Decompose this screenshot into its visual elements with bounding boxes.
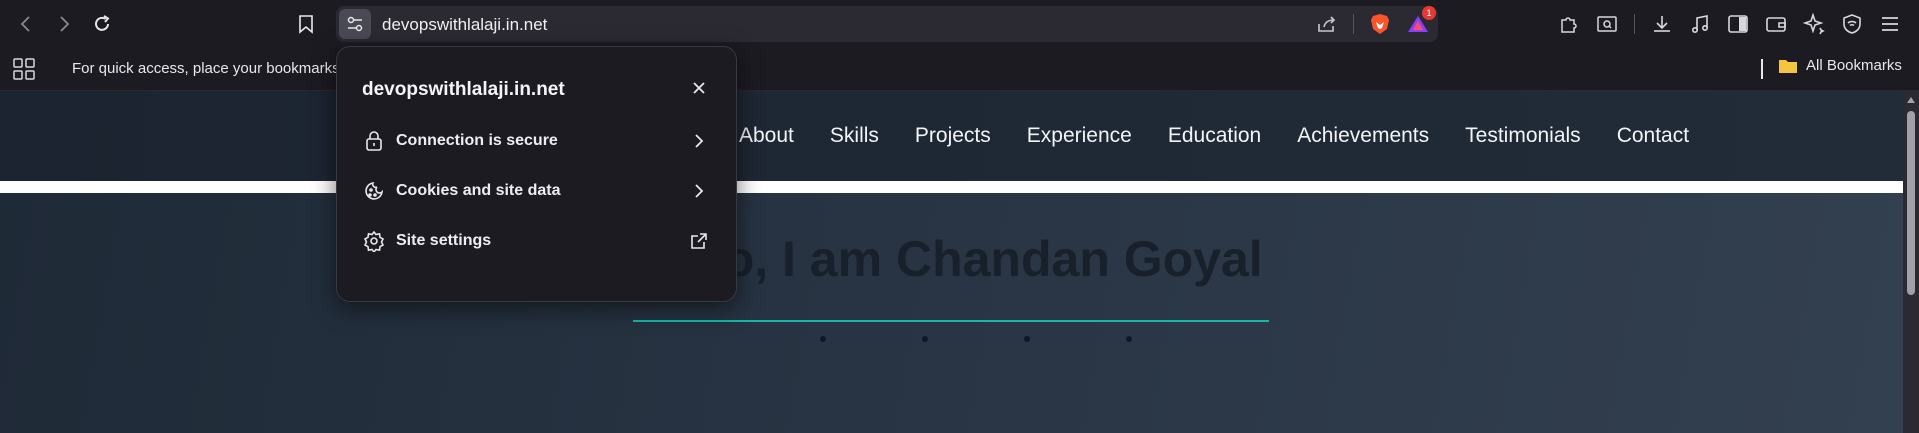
music-note-icon	[1691, 15, 1709, 34]
wallet-icon	[1766, 17, 1786, 32]
shield-wifi-icon	[1843, 14, 1861, 34]
url-text[interactable]: devopswithlalaji.in.net	[382, 15, 547, 35]
puzzle-icon	[1561, 17, 1577, 33]
downloads-button[interactable]	[1649, 11, 1675, 37]
bookmark-icon	[299, 15, 313, 34]
popup-item-label: Cookies and site data	[396, 182, 561, 199]
chevron-right-icon	[688, 130, 710, 152]
scroll-thumb[interactable]	[1907, 111, 1915, 295]
popup-close-button[interactable]	[688, 77, 710, 99]
hero-subtitle-partial	[820, 336, 1132, 342]
chevron-left-icon	[20, 16, 30, 32]
nav-link-testimonials[interactable]: Testimonials	[1465, 124, 1581, 148]
gear-icon	[362, 229, 386, 253]
browser-toolbar: devopswithlalaji.in.net 1	[0, 0, 1919, 47]
sidebar-icon	[1728, 15, 1748, 33]
reload-button[interactable]	[88, 10, 116, 38]
sparkle-icon	[1803, 13, 1825, 35]
popup-item-label: Connection is secure	[396, 132, 558, 149]
address-bar-actions: 1	[1315, 6, 1436, 36]
brave-rewards-button[interactable]: 1	[1406, 6, 1436, 36]
site-info-button[interactable]	[339, 9, 371, 39]
leo-ai-button[interactable]	[1801, 11, 1827, 37]
chevron-right-icon	[60, 16, 70, 32]
extensions-toolbar	[1556, 11, 1903, 37]
external-link-icon	[688, 230, 710, 252]
divider	[1761, 59, 1763, 79]
page-search-icon	[1597, 16, 1617, 32]
popup-item-label: Site settings	[396, 232, 492, 249]
brave-shields-button[interactable]	[1368, 12, 1392, 36]
site-info-popup: devopswithlalaji.in.net Connection is se…	[336, 46, 737, 302]
lock-icon	[362, 129, 386, 153]
site-nav-links: About Skills Projects Experience Educati…	[739, 124, 1689, 148]
nav-link-contact[interactable]: Contact	[1617, 124, 1689, 148]
divider	[1634, 14, 1635, 34]
chevron-right-icon	[688, 180, 710, 202]
popup-item-cookies[interactable]: Cookies and site data	[337, 169, 736, 213]
bookmarks-hint: For quick access, place your bookmarks	[72, 60, 340, 77]
hero-underline	[633, 320, 1269, 322]
notification-badge: 1	[1422, 6, 1436, 20]
vpn-button[interactable]	[1839, 11, 1865, 37]
forward-button[interactable]	[50, 10, 78, 38]
wallet-button[interactable]	[1763, 11, 1789, 37]
page-scrollbar[interactable]	[1903, 91, 1919, 433]
apps-button[interactable]	[12, 57, 36, 81]
address-bar[interactable]: devopswithlalaji.in.net 1	[336, 6, 1438, 42]
close-icon	[693, 82, 705, 94]
divider	[1353, 14, 1354, 34]
scroll-up-arrow-icon[interactable]	[1907, 97, 1915, 103]
back-button[interactable]	[12, 10, 40, 38]
menu-button[interactable]	[1877, 11, 1903, 37]
nav-link-projects[interactable]: Projects	[915, 124, 991, 148]
nav-link-skills[interactable]: Skills	[830, 124, 879, 148]
subtitle-glyph	[1126, 336, 1132, 342]
hamburger-menu-icon	[1882, 17, 1898, 31]
nav-divider-stripe	[0, 181, 1903, 193]
nav-link-achievements[interactable]: Achievements	[1297, 124, 1429, 148]
extensions-button[interactable]	[1556, 11, 1582, 37]
subtitle-glyph	[922, 336, 928, 342]
folder-icon	[1779, 59, 1797, 73]
brave-lion-icon	[1371, 14, 1389, 34]
nav-link-experience[interactable]: Experience	[1027, 124, 1132, 148]
site-navbar: About Skills Projects Experience Educati…	[0, 91, 1903, 181]
nav-link-education[interactable]: Education	[1168, 124, 1261, 148]
all-bookmarks-label: All Bookmarks	[1806, 57, 1902, 74]
sidebar-button[interactable]	[1725, 11, 1751, 37]
reload-icon	[95, 15, 110, 31]
all-bookmarks-button[interactable]: All Bookmarks	[1778, 57, 1902, 74]
popup-item-connection[interactable]: Connection is secure	[337, 119, 736, 163]
hero-section	[0, 193, 1903, 433]
subtitle-glyph	[1024, 336, 1030, 342]
share-button[interactable]	[1315, 12, 1339, 36]
cookie-icon	[362, 179, 386, 203]
apps-grid-icon	[13, 58, 35, 80]
bookmark-page-button[interactable]	[292, 10, 320, 38]
bookmarks-bar: For quick access, place your bookmarks A…	[0, 47, 1919, 91]
download-icon	[1654, 16, 1670, 32]
share-icon	[1318, 16, 1336, 32]
media-button[interactable]	[1687, 11, 1713, 37]
nav-link-about[interactable]: About	[739, 124, 794, 148]
tune-icon	[347, 16, 363, 32]
popup-item-site-settings[interactable]: Site settings	[337, 219, 736, 263]
subtitle-glyph	[820, 336, 826, 342]
reader-mode-button[interactable]	[1594, 11, 1620, 37]
popup-domain-title: devopswithlalaji.in.net	[362, 79, 565, 100]
